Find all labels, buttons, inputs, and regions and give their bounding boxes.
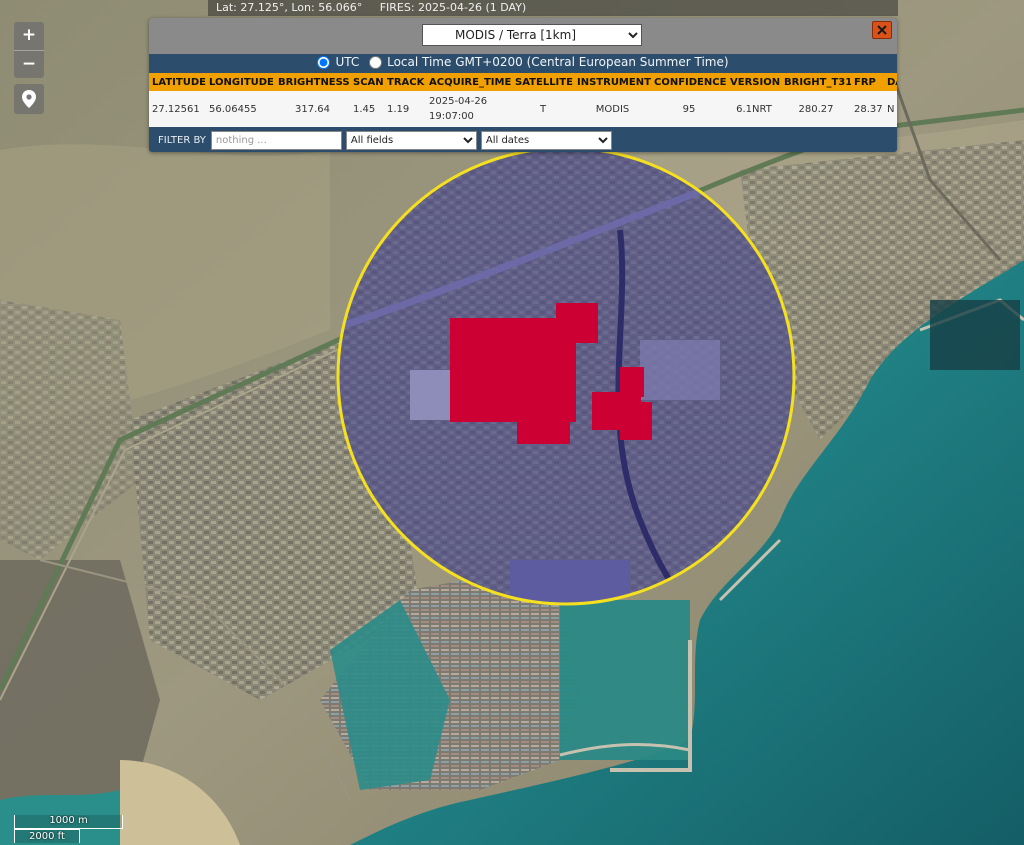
table-row[interactable]: 27.12561 56.06455 317.64 1.45 1.19 2025-… xyxy=(149,91,897,127)
product-select[interactable]: MODIS / Terra [1km] xyxy=(422,24,642,46)
date-filter-select[interactable]: All dates xyxy=(480,130,612,150)
fire-pixel[interactable] xyxy=(620,402,652,440)
fire-pixel[interactable] xyxy=(620,367,644,397)
field-filter-select[interactable]: All fields xyxy=(345,130,477,150)
cursor-coordinates: Lat: 27.125°, Lon: 56.066° xyxy=(216,1,363,14)
cell-daynight: N xyxy=(884,91,897,127)
locate-button[interactable] xyxy=(14,84,44,114)
cell-longitude: 56.06455 xyxy=(206,91,275,127)
scale-metric: 1000 m xyxy=(14,815,123,829)
col-latitude[interactable]: LATITUDE xyxy=(149,73,206,91)
cell-latitude: 27.12561 xyxy=(149,91,206,127)
status-bar: Lat: 27.125°, Lon: 56.066° FIRES: 2025-0… xyxy=(208,0,898,16)
scale-imperial: 2000 ft xyxy=(14,829,80,843)
col-brightness[interactable]: BRIGHTNESS xyxy=(275,73,350,91)
fires-date: FIRES: 2025-04-26 (1 DAY) xyxy=(379,1,527,14)
fire-pixel[interactable] xyxy=(517,410,570,444)
utc-label: UTC xyxy=(335,55,360,69)
acquire-clock: 19:07:00 xyxy=(429,111,474,122)
col-longitude[interactable]: LONGITUDE xyxy=(206,73,275,91)
cell-bright-t31: 280.27 xyxy=(781,91,851,127)
close-button[interactable] xyxy=(872,21,892,39)
table-header-row: LATITUDE LONGITUDE BRIGHTNESS SCAN TRACK… xyxy=(149,73,897,91)
timezone-selector: UTC Local Time GMT+0200 (Central Europea… xyxy=(149,55,897,73)
cell-version: 6.1NRT xyxy=(727,91,781,127)
utc-radio[interactable] xyxy=(317,55,331,69)
col-satellite[interactable]: SATELLITE xyxy=(512,73,574,91)
cell-satellite: T xyxy=(512,91,574,127)
zoom-control: + − xyxy=(14,22,44,78)
fire-attributes-table: LATITUDE LONGITUDE BRIGHTNESS SCAN TRACK… xyxy=(149,73,897,127)
col-version[interactable]: VERSION xyxy=(727,73,781,91)
map-pin-icon xyxy=(22,90,36,108)
close-icon xyxy=(877,25,887,35)
zoom-in-button[interactable]: + xyxy=(14,22,44,50)
col-scan[interactable]: SCAN xyxy=(350,73,384,91)
cell-acquire-time: 2025-04-26 19:07:00 xyxy=(426,91,512,127)
fire-info-panel: MODIS / Terra [1km] UTC Local Time GMT+0… xyxy=(149,18,897,152)
local-time-radio[interactable] xyxy=(369,55,383,69)
cell-scan: 1.45 xyxy=(350,91,384,127)
cell-confidence: 95 xyxy=(651,91,727,127)
filter-input[interactable] xyxy=(210,130,342,150)
col-frp[interactable]: FRP xyxy=(851,73,884,91)
col-daynight[interactable]: DAYNIGHT xyxy=(884,73,897,91)
cell-instrument: MODIS xyxy=(574,91,651,127)
local-time-option[interactable]: Local Time GMT+0200 (Central European Su… xyxy=(369,55,729,69)
utc-option[interactable]: UTC xyxy=(317,55,359,69)
zoom-out-button[interactable]: − xyxy=(14,50,44,78)
filter-bar: FILTER BY All fields All dates xyxy=(149,128,897,152)
fire-pixel[interactable] xyxy=(556,303,598,343)
cell-brightness: 317.64 xyxy=(275,91,350,127)
col-confidence[interactable]: CONFIDENCE xyxy=(651,73,727,91)
scale-bar: 1000 m 2000 ft xyxy=(14,815,123,843)
acquire-date: 2025-04-26 xyxy=(429,96,488,107)
col-track[interactable]: TRACK xyxy=(384,73,426,91)
cell-track: 1.19 xyxy=(384,91,426,127)
filter-label: FILTER BY xyxy=(158,134,206,146)
col-instrument[interactable]: INSTRUMENT xyxy=(574,73,651,91)
col-acquire-time[interactable]: ACQUIRE_TIME xyxy=(426,73,512,91)
local-time-label: Local Time GMT+0200 (Central European Su… xyxy=(387,55,729,69)
cell-frp: 28.37 xyxy=(851,91,884,127)
col-bright-t31[interactable]: BRIGHT_T31 xyxy=(781,73,851,91)
